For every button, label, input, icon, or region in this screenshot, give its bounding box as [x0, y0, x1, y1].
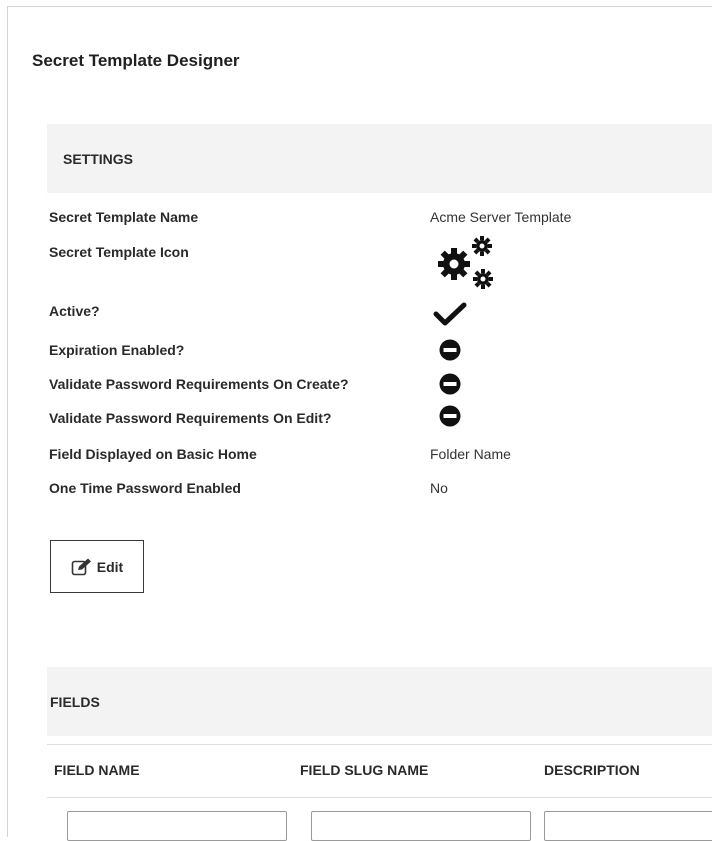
settings-label-field-displayed: Field Displayed on Basic Home	[49, 446, 257, 462]
description-input[interactable]	[544, 811, 712, 841]
settings-value-field-displayed: Folder Name	[430, 446, 511, 462]
column-header-description[interactable]: DESCRIPTION	[544, 762, 640, 778]
checkmark-icon	[433, 302, 467, 326]
page-title: Secret Template Designer	[32, 51, 240, 70]
settings-label-validate-create: Validate Password Requirements On Create…	[49, 376, 349, 392]
edit-button-label: Edit	[96, 558, 124, 575]
column-header-field-slug-name[interactable]: FIELD SLUG NAME	[300, 762, 428, 778]
field-name-input[interactable]	[67, 811, 287, 841]
settings-label-expiration: Expiration Enabled?	[49, 342, 185, 358]
minus-circle-icon	[439, 405, 461, 427]
fields-table-header: FIELD NAME FIELD SLUG NAME DESCRIPTION	[47, 744, 712, 798]
column-header-field-name[interactable]: FIELD NAME	[54, 762, 140, 778]
settings-value-otp: No	[430, 480, 448, 496]
settings-section-header: SETTINGS	[47, 124, 712, 193]
fields-section-header: FIELDS	[47, 667, 712, 736]
gears-icon	[438, 236, 493, 289]
settings-label-template-name: Secret Template Name	[49, 209, 199, 225]
edit-button[interactable]: Edit	[50, 540, 144, 593]
settings-value-template-name: Acme Server Template	[430, 209, 572, 225]
field-slug-name-input[interactable]	[311, 811, 531, 841]
settings-header-label: SETTINGS	[63, 151, 134, 167]
settings-label-template-icon: Secret Template Icon	[49, 244, 189, 260]
settings-label-active: Active?	[49, 303, 100, 319]
settings-label-validate-edit: Validate Password Requirements On Edit?	[49, 410, 332, 426]
minus-circle-icon	[439, 339, 461, 361]
fields-header-label: FIELDS	[50, 694, 100, 710]
minus-circle-icon	[439, 373, 461, 395]
settings-label-otp: One Time Password Enabled	[49, 480, 241, 496]
edit-icon	[71, 558, 91, 575]
